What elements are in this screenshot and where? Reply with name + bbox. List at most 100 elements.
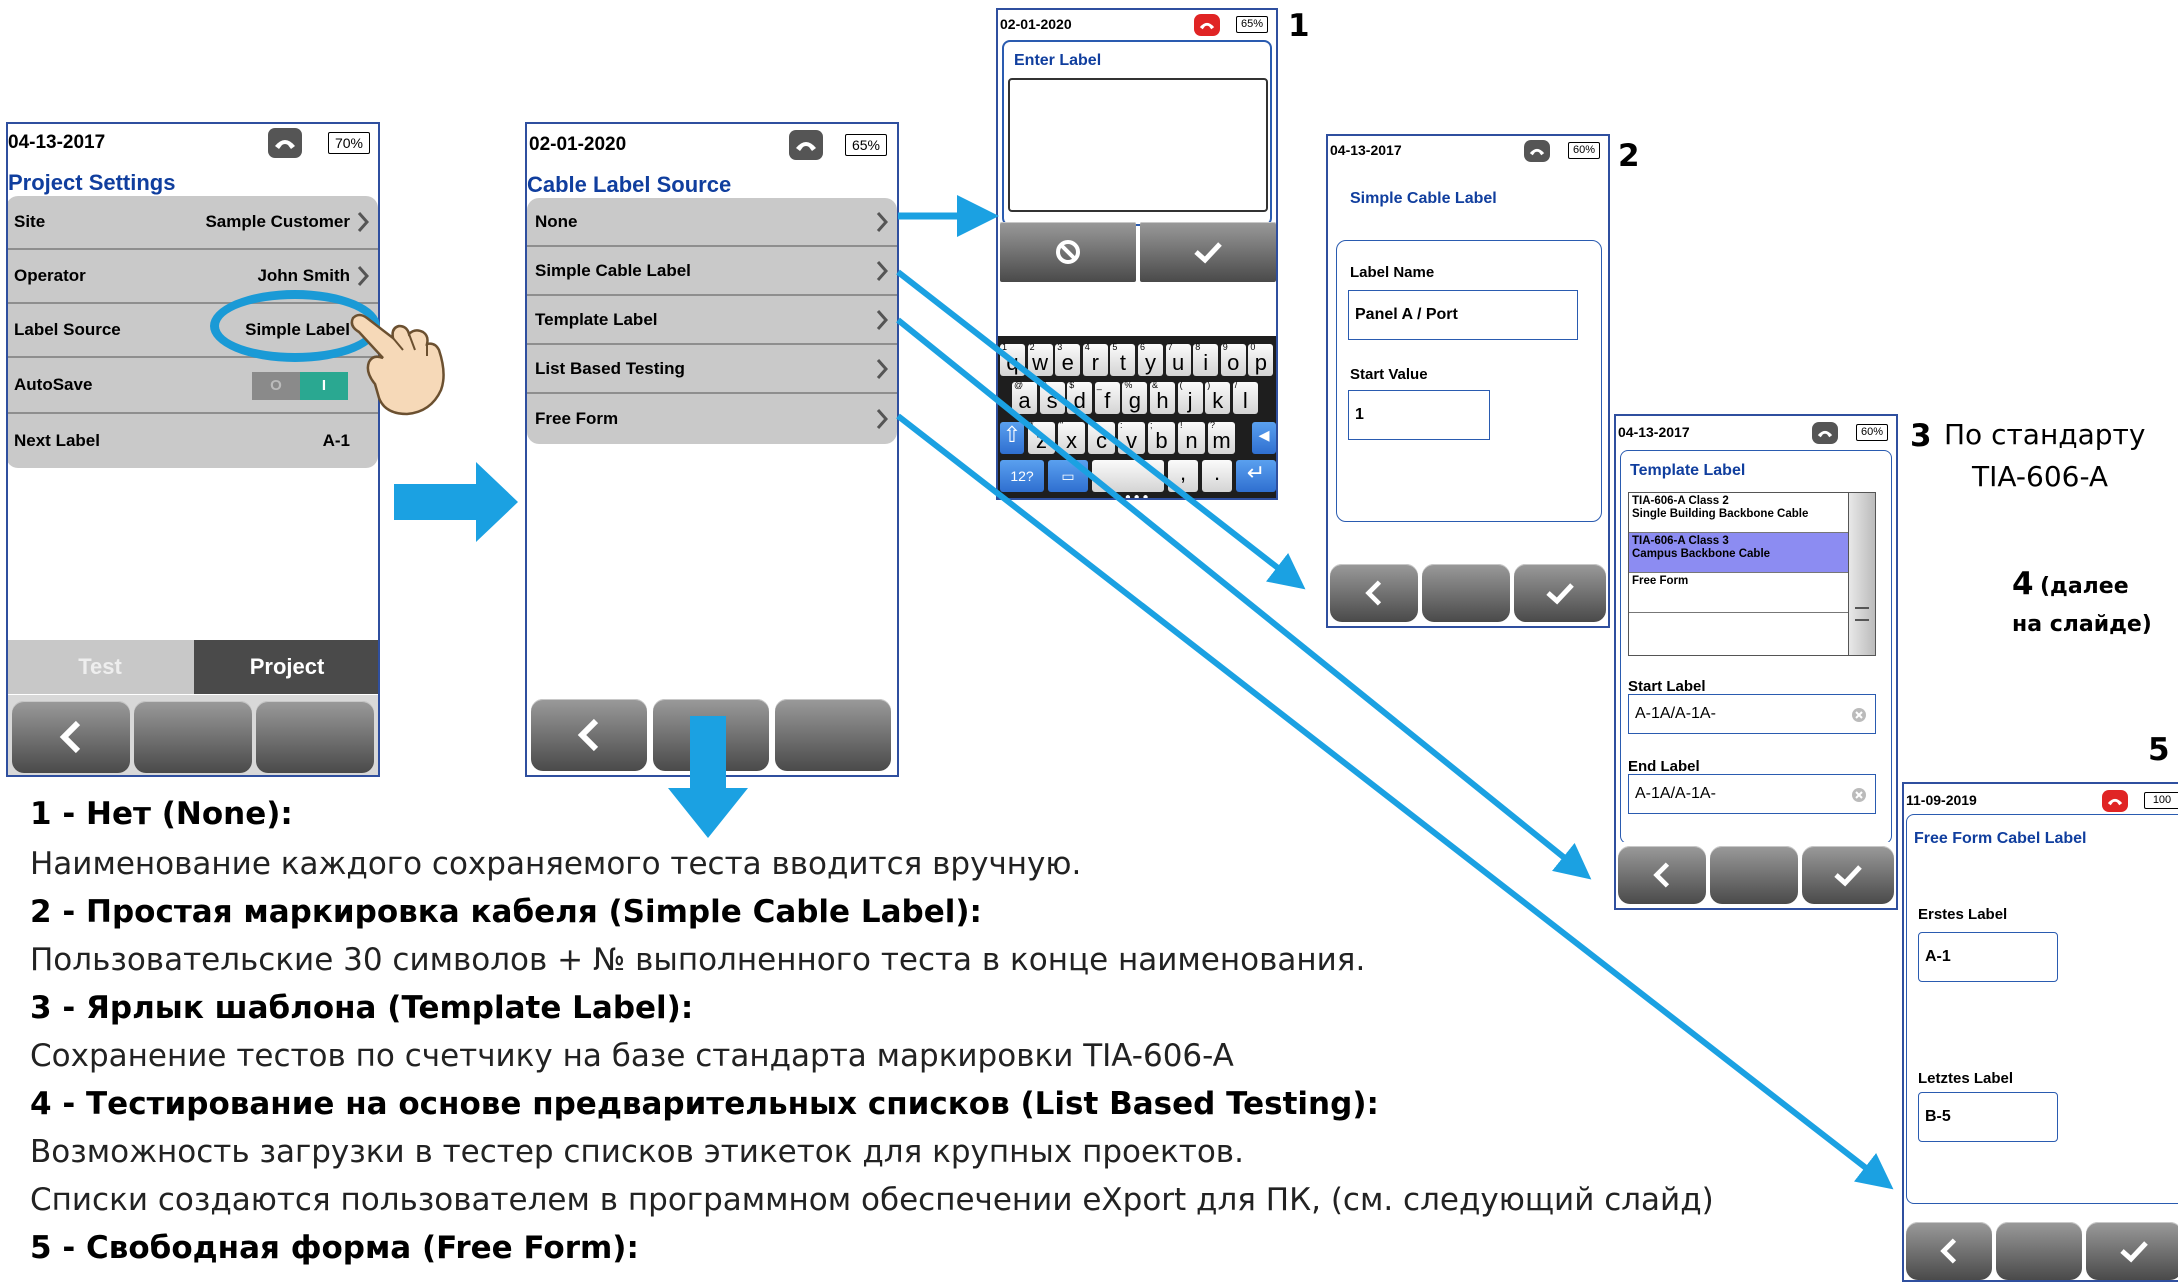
option-none[interactable]: None (527, 198, 897, 247)
option-template-label[interactable]: Template Label (527, 296, 897, 345)
template-option[interactable]: Free Form (1629, 573, 1859, 613)
date: 02-01-2020 (529, 134, 627, 155)
key-alt-label: 3 (1057, 342, 1063, 352)
label-input[interactable] (1008, 78, 1268, 212)
back-button[interactable] (12, 701, 130, 773)
key-d[interactable]: $ d (1067, 380, 1093, 414)
label-name-field[interactable]: Panel A / Port (1348, 290, 1578, 340)
toggle-on: I (300, 372, 348, 400)
hardware-button-bar (6, 695, 380, 777)
confirm-button[interactable] (1514, 564, 1606, 622)
key-alt-label: ( (1179, 380, 1183, 390)
autosave-toggle[interactable]: O I (252, 372, 348, 400)
key-o[interactable]: 9o (1220, 342, 1246, 376)
page-title: Template Label (1630, 462, 1746, 479)
key-b[interactable]: ; b (1148, 420, 1175, 454)
confirm-button[interactable] (1140, 222, 1276, 282)
chevron-right-icon (876, 260, 889, 281)
space-key[interactable] (1092, 460, 1164, 492)
key-q[interactable]: 1q (1000, 342, 1025, 376)
row-next-label[interactable]: Next Label A-1 (6, 414, 378, 468)
dialog-title: Enter Label (1014, 52, 1102, 69)
function-button-3[interactable] (775, 699, 891, 771)
phone-icon[interactable] (1524, 140, 1550, 162)
start-label-field[interactable]: A-1A/A-1A- (1628, 694, 1876, 734)
key-alt-label: 8 (1195, 342, 1201, 352)
comma-key[interactable]: , (1168, 460, 1198, 492)
tab-test[interactable]: Test (6, 640, 194, 694)
enter-key[interactable]: ↵ (1236, 460, 1276, 492)
callout-4: 4 (2012, 566, 2034, 602)
list-scrollbar[interactable] (1848, 492, 1876, 656)
key-s[interactable]: # s (1039, 380, 1065, 414)
phone-icon[interactable] (789, 130, 823, 160)
function-button-2[interactable] (1422, 564, 1510, 622)
key-i[interactable]: 8i (1193, 342, 1219, 376)
template-label-screen: 04-13-2017 60% Template Label TIA-606-A … (1614, 414, 1898, 910)
period-key[interactable]: . (1202, 460, 1232, 492)
key-u[interactable]: 7u (1165, 342, 1191, 376)
phone-icon[interactable] (1812, 422, 1838, 444)
key-alt-label: ' (1090, 420, 1092, 430)
cancel-button[interactable] (1000, 222, 1136, 282)
key-l[interactable]: / l (1232, 380, 1258, 414)
key-r[interactable]: 4r (1082, 342, 1108, 376)
key-e[interactable]: 3e (1055, 342, 1081, 376)
right-arrow-icon (394, 462, 518, 542)
shift-key[interactable]: ⇧ (1000, 422, 1024, 454)
key-z[interactable]: * z (1028, 420, 1055, 454)
heading-4: 4 - Тестирование на основе предварительн… (30, 1086, 1379, 1122)
heading-5: 5 - Свободная форма (Free Form): (30, 1230, 639, 1266)
key-v[interactable]: :v (1118, 420, 1145, 454)
function-button-3[interactable] (256, 701, 374, 773)
first-label-field[interactable]: A-1 (1918, 932, 2058, 982)
key-n[interactable]: ! n (1178, 420, 1205, 454)
last-label-field[interactable]: B-5 (1918, 1092, 2058, 1142)
template-option[interactable]: TIA-606-A Class 2 Single Building Backbo… (1629, 493, 1859, 533)
clear-icon[interactable] (1851, 787, 1867, 803)
key-y[interactable]: 6y (1138, 342, 1163, 376)
phone-icon[interactable] (268, 128, 302, 158)
back-button[interactable] (1906, 1222, 1992, 1280)
paragraph-4b: Списки создаются пользователем в програм… (30, 1182, 1714, 1218)
phone-icon[interactable] (1194, 14, 1220, 36)
key-h[interactable]: & h (1150, 380, 1175, 414)
confirm-button[interactable] (1802, 846, 1894, 904)
end-label-caption: End Label (1628, 758, 1700, 775)
key-f[interactable]: _ f (1094, 380, 1120, 414)
function-button-2[interactable] (134, 701, 252, 773)
end-label-field[interactable]: A-1A/A-1A- (1628, 774, 1876, 814)
last-label-caption: Letztes Label (1918, 1070, 2014, 1087)
start-value-field[interactable]: 1 (1348, 390, 1490, 440)
page-dots: ● ● ● ● (1116, 492, 1149, 500)
key-g[interactable]: % g (1122, 380, 1148, 414)
key-t[interactable]: 5t (1110, 342, 1136, 376)
clear-icon[interactable] (1851, 707, 1867, 723)
key-m[interactable]: ? m (1208, 420, 1235, 454)
row-site[interactable]: Site Sample Customer (6, 196, 378, 250)
keyboard-layout-key[interactable]: ▭ (1048, 460, 1088, 492)
backspace-key[interactable]: ◂ (1252, 422, 1276, 454)
function-button-2[interactable] (1996, 1222, 2082, 1280)
key-p[interactable]: 0p (1248, 342, 1274, 376)
back-button[interactable] (1618, 846, 1706, 904)
tab-project[interactable]: Project (194, 640, 380, 694)
chevron-right-icon (357, 212, 370, 232)
key-w[interactable]: 2w (1027, 342, 1053, 376)
template-option-selected[interactable]: TIA-606-A Class 3 Campus Backbone Cable (1629, 533, 1859, 573)
key-k[interactable]: ) k (1205, 380, 1231, 414)
option-free-form[interactable]: Free Form (527, 394, 897, 444)
key-a[interactable]: @ a (1012, 380, 1037, 414)
back-button[interactable] (531, 699, 647, 771)
numbers-key[interactable]: 12? (1000, 460, 1044, 492)
phone-icon[interactable] (2102, 790, 2128, 812)
callout-4-text-a: (далее (2040, 574, 2129, 599)
key-c[interactable]: ' c (1088, 420, 1115, 454)
back-button[interactable] (1330, 564, 1418, 622)
confirm-button[interactable] (2086, 1222, 2178, 1280)
key-j[interactable]: (j (1177, 380, 1203, 414)
function-button-2[interactable] (1710, 846, 1798, 904)
key-x[interactable]: " x (1058, 420, 1085, 454)
option-simple-cable-label[interactable]: Simple Cable Label (527, 247, 897, 296)
option-list-based-testing[interactable]: List Based Testing (527, 345, 897, 394)
